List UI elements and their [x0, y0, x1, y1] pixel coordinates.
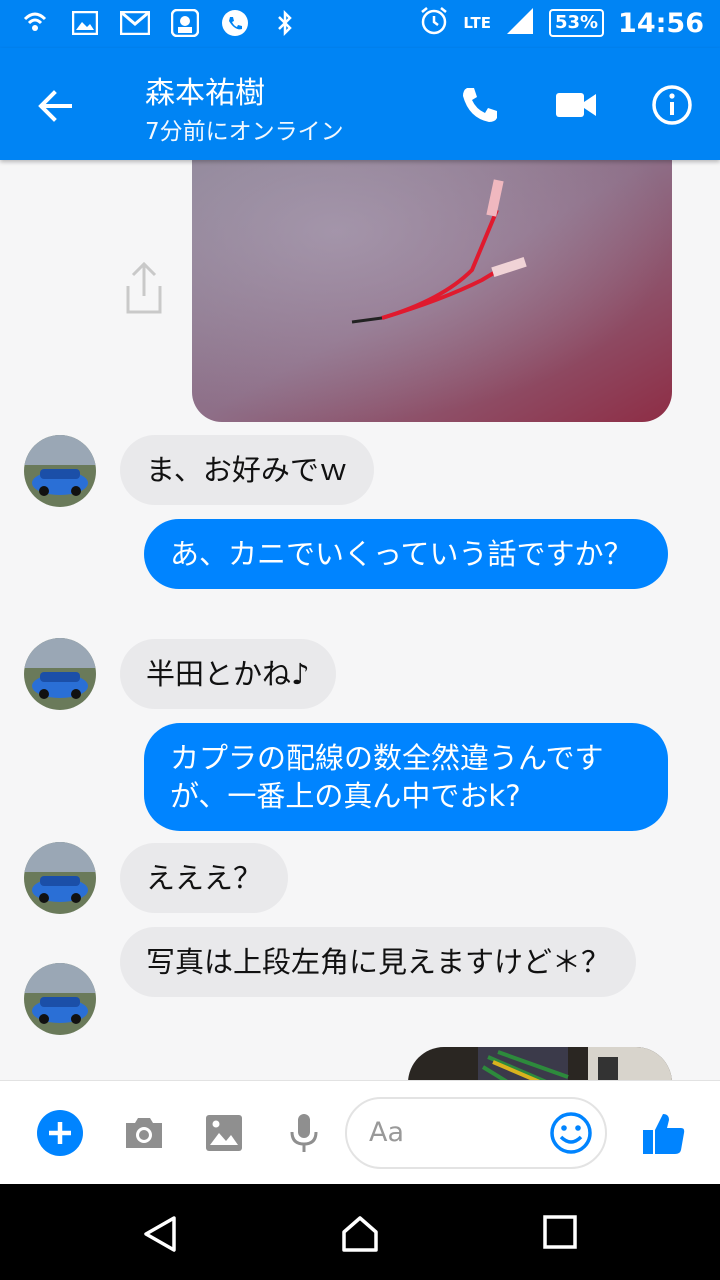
- video-camera-icon: [556, 93, 596, 117]
- message-bubble-incoming[interactable]: 写真は上段左角に見えますけど＊？: [120, 927, 636, 997]
- status-bar: LTE 53% 14:56: [0, 0, 720, 48]
- system-navigation-bar: [0, 1184, 720, 1280]
- back-button[interactable]: [32, 82, 80, 130]
- recents-nav-button[interactable]: [542, 1214, 582, 1254]
- share-button[interactable]: [120, 260, 168, 316]
- app-icon: [170, 8, 200, 38]
- wifi-calling-icon: [20, 8, 50, 38]
- message-bubble-incoming[interactable]: えええ？: [120, 843, 289, 913]
- gallery-button[interactable]: [200, 1109, 248, 1157]
- bluetooth-icon: [270, 8, 300, 38]
- camera-button[interactable]: [120, 1109, 168, 1157]
- more-actions-button[interactable]: [36, 1109, 84, 1157]
- message-thread[interactable]: ま、お好みでｗ あ、カニでいくっていう話ですか？ 半田とかね♪ カプラの配線の数…: [0, 160, 720, 1080]
- triangle-back-icon: [144, 1216, 176, 1252]
- phone-icon: [463, 88, 497, 122]
- contact-name[interactable]: 森本祐樹: [145, 68, 265, 112]
- online-status: 7分前にオンライン: [145, 119, 344, 145]
- image-icon: [206, 1115, 242, 1151]
- battery-indicator: 53%: [548, 9, 605, 37]
- voice-message-button[interactable]: [280, 1109, 328, 1157]
- contact-avatar[interactable]: [24, 638, 96, 710]
- info-icon: [652, 85, 692, 125]
- message-composer: Aa: [0, 1080, 720, 1184]
- alarm-icon: [419, 6, 449, 40]
- conversation-info-button[interactable]: [647, 80, 697, 130]
- car-avatar-image: [24, 842, 96, 914]
- contact-avatar[interactable]: [24, 963, 96, 1035]
- phone-icon: [220, 8, 250, 38]
- image-icon: [70, 8, 100, 38]
- home-nav-button[interactable]: [340, 1214, 380, 1254]
- message-input[interactable]: Aa: [345, 1097, 607, 1169]
- car-avatar-image: [24, 638, 96, 710]
- car-avatar-image: [24, 435, 96, 507]
- smiley-icon: [550, 1112, 592, 1154]
- arrow-left-icon: [38, 90, 72, 122]
- square-recents-icon: [543, 1215, 577, 1249]
- shared-photo[interactable]: [192, 160, 672, 422]
- message-bubble-incoming[interactable]: 半田とかね♪: [120, 639, 336, 709]
- share-icon: [126, 261, 162, 314]
- message-bubble-outgoing[interactable]: あ、カニでいくっていう話ですか？: [144, 519, 668, 589]
- message-bubble-incoming[interactable]: ま、お好みでｗ: [120, 435, 374, 505]
- message-input-placeholder: Aa: [369, 1117, 405, 1148]
- emoji-button[interactable]: [549, 1111, 593, 1155]
- lte-indicator: LTE: [463, 14, 491, 32]
- gmail-icon: [120, 8, 150, 38]
- shared-photo[interactable]: [408, 1047, 672, 1080]
- microphone-icon: [290, 1114, 318, 1152]
- car-avatar-image: [24, 963, 96, 1035]
- signal-icon: [505, 6, 535, 40]
- back-nav-button[interactable]: [140, 1214, 180, 1254]
- plus-circle-icon: [37, 1110, 83, 1156]
- camera-icon: [126, 1118, 162, 1148]
- home-icon: [342, 1216, 378, 1252]
- thumbs-up-icon: [643, 1114, 685, 1154]
- clock: 14:56: [618, 7, 704, 39]
- video-call-button[interactable]: [551, 80, 601, 130]
- like-button[interactable]: [640, 1109, 688, 1157]
- cable-photo-image: [408, 1047, 672, 1080]
- contact-avatar[interactable]: [24, 842, 96, 914]
- voice-call-button[interactable]: [455, 80, 505, 130]
- message-bubble-outgoing[interactable]: カプラの配線の数全然違うんですが、一番上の真ん中でおk?: [144, 723, 668, 831]
- wire-harness-image: [192, 160, 672, 422]
- conversation-header: 森本祐樹 7分前にオンライン: [0, 48, 720, 160]
- contact-avatar[interactable]: [24, 435, 96, 507]
